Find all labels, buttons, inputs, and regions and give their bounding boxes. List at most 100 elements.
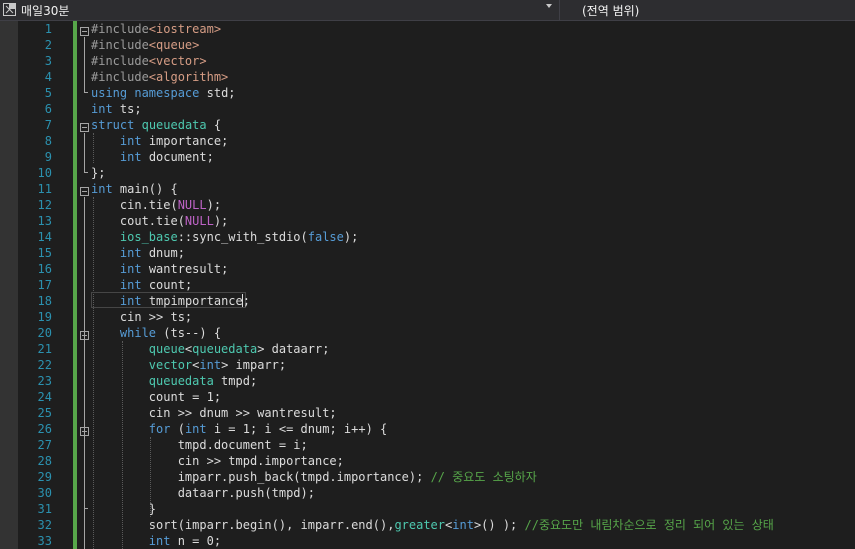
line-number: 25 [37,406,52,420]
line-number: 13 [37,214,52,228]
code-text[interactable]: #include<vector> [91,53,207,69]
code-line[interactable]: 33 int n = 0; [0,533,855,549]
line-number: 15 [37,246,52,260]
code-line[interactable]: 23 queuedata tmpd; [0,373,855,389]
code-line[interactable]: 29 imparr.push_back(tmpd.importance); //… [0,469,855,485]
code-text[interactable]: #include<algorithm> [91,69,228,85]
line-number: 19 [37,310,52,324]
code-line[interactable]: 21 queue<queuedata> dataarr; [0,341,855,357]
code-text[interactable]: queuedata tmpd; [91,373,257,389]
code-line[interactable]: 19 cin >> ts; [0,309,855,325]
code-text[interactable]: int importance; [91,133,228,149]
code-line[interactable]: 18 int tmpimportance; [0,293,855,309]
code-line[interactable]: 25 cin >> dnum >> wantresult; [0,405,855,421]
code-text[interactable]: cin >> dnum >> wantresult; [91,405,337,421]
line-number: 29 [37,470,52,484]
line-number: 10 [37,166,52,180]
code-text[interactable]: int dnum; [91,245,185,261]
line-number: 32 [37,518,52,532]
line-number: 18 [37,294,52,308]
line-number: 33 [37,534,52,548]
line-number: 9 [44,150,52,164]
code-line[interactable]: 31 } [0,501,855,517]
code-line[interactable]: 32 sort(imparr.begin(), imparr.end(),gre… [0,517,855,533]
code-text[interactable]: tmpd.document = i; [91,437,308,453]
code-text[interactable]: dataarr.push(tmpd); [91,485,315,501]
project-selector[interactable]: 매일30분 [0,0,560,20]
code-line[interactable]: 7 struct queuedata { [0,117,855,133]
line-number: 27 [37,438,52,452]
code-text[interactable]: cin >> tmpd.importance; [91,453,344,469]
line-number: 14 [37,230,52,244]
line-number: 2 [44,38,52,52]
code-text[interactable]: int count; [91,277,192,293]
code-text[interactable]: } [91,501,156,517]
code-text[interactable]: cout.tie(NULL); [91,213,228,229]
line-number: 1 [44,22,52,36]
code-line[interactable]: 12 cin.tie(NULL); [0,197,855,213]
line-number: 21 [37,342,52,356]
line-number: 16 [37,262,52,276]
code-line[interactable]: 4 #include<algorithm> [0,69,855,85]
code-line[interactable]: 8 int importance; [0,133,855,149]
line-number: 26 [37,422,52,436]
code-text[interactable]: int document; [91,149,214,165]
line-number: 12 [37,198,52,212]
code-line[interactable]: 15 int dnum; [0,245,855,261]
code-line[interactable]: 13 cout.tie(NULL); [0,213,855,229]
code-text[interactable]: }; [91,165,105,181]
code-line[interactable]: 22 vector<int> imparr; [0,357,855,373]
code-line[interactable]: 27 tmpd.document = i; [0,437,855,453]
code-line[interactable]: 11 int main() { [0,181,855,197]
code-text[interactable]: int n = 0; [91,533,221,549]
code-line[interactable]: 14 ios_base::sync_with_stdio(false); [0,229,855,245]
line-number: 6 [44,102,52,116]
line-number: 30 [37,486,52,500]
line-number: 22 [37,358,52,372]
code-line[interactable]: 1 #include<iostream> [0,21,855,37]
code-line[interactable]: 3 #include<vector> [0,53,855,69]
line-number: 31 [37,502,52,516]
code-line[interactable]: 5 using namespace std; [0,85,855,101]
code-line[interactable]: 20 while (ts--) { [0,325,855,341]
line-number: 23 [37,374,52,388]
code-text[interactable]: while (ts--) { [91,325,221,341]
line-number: 5 [44,86,52,100]
code-text[interactable]: #include<iostream> [91,21,221,37]
code-text[interactable]: queue<queuedata> dataarr; [91,341,330,357]
code-line[interactable]: 2 #include<queue> [0,37,855,53]
code-text[interactable]: cin >> ts; [91,309,192,325]
code-line[interactable]: 28 cin >> tmpd.importance; [0,453,855,469]
project-icon [3,3,16,16]
code-line[interactable]: 10}; [0,165,855,181]
code-line[interactable]: 16 int wantresult; [0,261,855,277]
code-text[interactable]: struct queuedata { [91,117,221,133]
line-number: 28 [37,454,52,468]
code-text[interactable]: ios_base::sync_with_stdio(false); [91,229,358,245]
scope-label: (전역 범위) [582,4,640,18]
scope-selector[interactable]: (전역 범위) [568,0,855,20]
line-number: 17 [37,278,52,292]
code-text[interactable]: sort(imparr.begin(), imparr.end(),greate… [91,517,774,533]
code-text[interactable]: #include<queue> [91,37,199,53]
code-editor[interactable]: 1 #include<iostream> 2 #include<queue> 3 #inc… [0,21,855,549]
code-line[interactable]: 30 dataarr.push(tmpd); [0,485,855,501]
code-text[interactable]: imparr.push_back(tmpd.importance); // 중요… [91,469,537,485]
code-line[interactable]: 26 for (int i = 1; i <= dnum; i++) { [0,421,855,437]
code-line[interactable]: 24 count = 1; [0,389,855,405]
code-text[interactable]: count = 1; [91,389,221,405]
line-number: 8 [44,134,52,148]
chevron-down-icon[interactable] [546,4,552,8]
code-text[interactable]: int tmpimportance; [91,293,250,309]
code-text[interactable]: int wantresult; [91,261,228,277]
code-text[interactable]: int main() { [91,181,178,197]
code-line[interactable]: 17 int count; [0,277,855,293]
code-line[interactable]: 9 int document; [0,149,855,165]
code-text[interactable]: for (int i = 1; i <= dnum; i++) { [91,421,387,437]
code-text[interactable]: cin.tie(NULL); [91,197,221,213]
code-text[interactable]: using namespace std; [91,85,236,101]
code-line[interactable]: 6 int ts; [0,101,855,117]
code-text[interactable]: int ts; [91,101,142,117]
code-text[interactable]: vector<int> imparr; [91,357,286,373]
line-number: 20 [37,326,52,340]
